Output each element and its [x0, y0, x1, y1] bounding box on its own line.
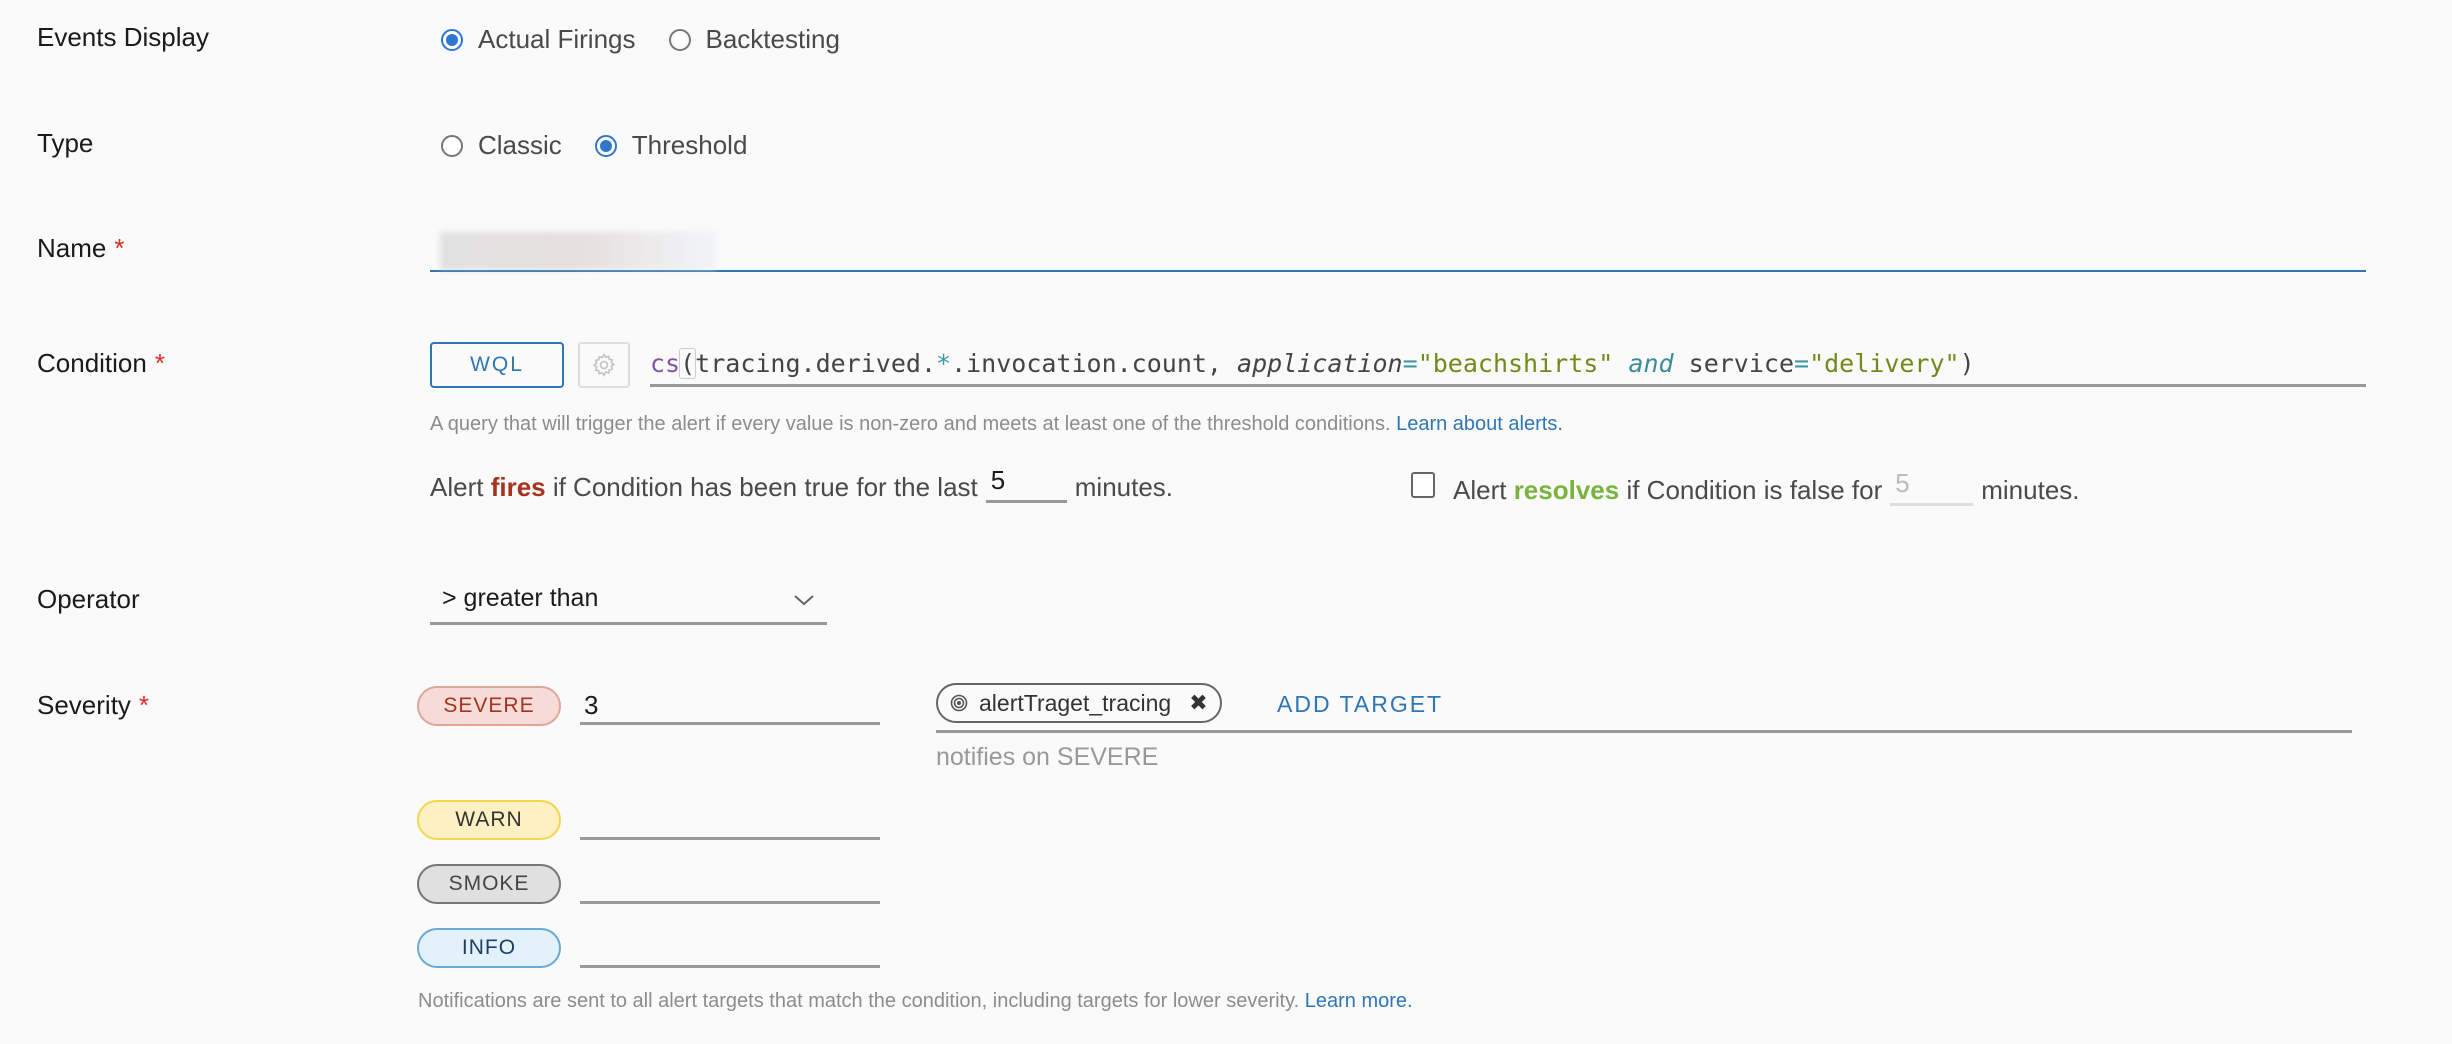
wql-mode-button[interactable]: WQL	[430, 342, 564, 388]
required-asterisk: *	[114, 233, 125, 263]
operator-selected-value: > greater than	[442, 584, 599, 612]
query-operator: =	[1794, 349, 1810, 378]
info-threshold-input[interactable]	[580, 928, 880, 968]
remove-target-icon[interactable]: ✖	[1189, 690, 1207, 716]
query-settings-button[interactable]	[578, 342, 630, 388]
radio-label: Classic	[478, 130, 562, 160]
learn-more-link[interactable]: Learn more.	[1305, 990, 1413, 1012]
events-display-radio-group: Actual Firings Backtesting	[441, 24, 873, 55]
fires-prefix: Alert fires if Condition has been true f…	[430, 472, 978, 503]
radio-label: Actual Firings	[478, 24, 636, 54]
condition-label-text: Condition	[37, 348, 147, 378]
severity-badge-warn: WARN	[417, 800, 561, 840]
query-key: service	[1688, 349, 1794, 378]
radio-actual-firings[interactable]: Actual Firings	[441, 24, 636, 55]
name-label-text: Name	[37, 233, 107, 263]
resolves-prefix: Alert resolves if Condition is false for	[1453, 475, 1882, 506]
radio-label: Threshold	[631, 130, 748, 160]
resolves-sentence: Alert resolves if Condition is false for…	[1411, 463, 2080, 506]
radio-label: Backtesting	[705, 24, 840, 54]
fires-middle-text: if Condition has been true for the last	[545, 472, 978, 502]
add-target-button[interactable]: ADD TARGET	[1277, 691, 1443, 718]
required-asterisk: *	[138, 690, 150, 720]
resolves-checkbox[interactable]	[1411, 472, 1435, 498]
chevron-down-icon	[794, 595, 814, 606]
type-label: Type	[37, 128, 94, 158]
name-value-obscured	[440, 232, 716, 270]
condition-hint: A query that will trigger the alert if e…	[430, 413, 1563, 436]
severity-label: Severity *	[37, 690, 149, 721]
severity-badge-severe: SEVERE	[417, 686, 561, 726]
query-operator: =	[1402, 349, 1418, 378]
query-string: "beachshirts"	[1417, 349, 1614, 378]
events-display-label: Events Display	[37, 22, 209, 52]
alert-target-label: alertTraget_tracing	[979, 689, 1172, 716]
radio-classic[interactable]: Classic	[441, 130, 562, 161]
radio-button-unchecked[interactable]	[668, 28, 691, 51]
notifies-text: notifies on SEVERE	[936, 743, 1159, 771]
radio-backtesting[interactable]: Backtesting	[668, 24, 840, 55]
severity-footer: Notifications are sent to all alert targ…	[418, 990, 1413, 1013]
operator-label: Operator	[37, 584, 140, 614]
radio-button-checked[interactable]	[441, 28, 463, 51]
type-radio-group: Classic Threshold	[441, 130, 780, 161]
learn-about-alerts-link[interactable]: Learn about alerts.	[1396, 413, 1563, 435]
query-string: "delivery"	[1809, 349, 1960, 378]
name-label: Name *	[37, 233, 124, 264]
resolves-suffix: minutes.	[1981, 475, 2080, 505]
fires-keyword: fires	[490, 472, 546, 502]
fires-suffix: minutes.	[1074, 472, 1174, 502]
gear-icon	[592, 353, 616, 377]
target-icon	[950, 694, 968, 712]
severity-label-text: Severity	[37, 690, 131, 720]
fires-minutes-input[interactable]: 5	[985, 460, 1067, 503]
query-open-paren: (	[679, 348, 697, 379]
required-asterisk: *	[154, 348, 165, 378]
severity-badge-smoke: SMOKE	[417, 864, 561, 904]
query-key: application	[1237, 349, 1403, 378]
targets-input-underline[interactable]	[936, 730, 2352, 733]
query-function: cs	[650, 349, 681, 378]
resolves-prefix-text: Alert	[1453, 475, 1514, 505]
fires-sentence: Alert fires if Condition has been true f…	[430, 460, 1173, 503]
query-wildcard: *	[936, 349, 952, 378]
severity-badge-info: INFO	[417, 928, 561, 968]
name-input[interactable]	[430, 220, 2366, 272]
condition-hint-text: A query that will trigger the alert if e…	[430, 413, 1397, 435]
severe-threshold-input[interactable]: 3	[580, 685, 880, 725]
alert-target-chip: alertTraget_tracing ✖	[936, 683, 1222, 723]
radio-button-unchecked[interactable]	[441, 134, 463, 157]
radio-button-checked[interactable]	[594, 134, 617, 157]
smoke-threshold-input[interactable]	[580, 864, 880, 904]
condition-query-editor[interactable]: cs(tracing.derived.*.invocation.count, a…	[650, 344, 2366, 387]
resolves-minutes-input[interactable]: 5	[1890, 463, 1974, 506]
query-metric: .invocation.count,	[951, 349, 1238, 378]
condition-label: Condition *	[37, 348, 165, 379]
warn-threshold-input[interactable]	[580, 800, 880, 840]
resolves-keyword: resolves	[1513, 475, 1620, 505]
resolves-middle-text: if Condition is false for	[1619, 475, 1883, 505]
severity-footer-text: Notifications are sent to all alert targ…	[418, 990, 1305, 1012]
radio-threshold[interactable]: Threshold	[594, 130, 748, 161]
query-metric: tracing.derived.	[695, 349, 936, 378]
query-close-paren: )	[1959, 349, 1975, 378]
operator-select[interactable]: > greater than	[430, 578, 827, 625]
fires-prefix-text: Alert	[430, 472, 491, 502]
query-keyword: and	[1628, 349, 1674, 378]
